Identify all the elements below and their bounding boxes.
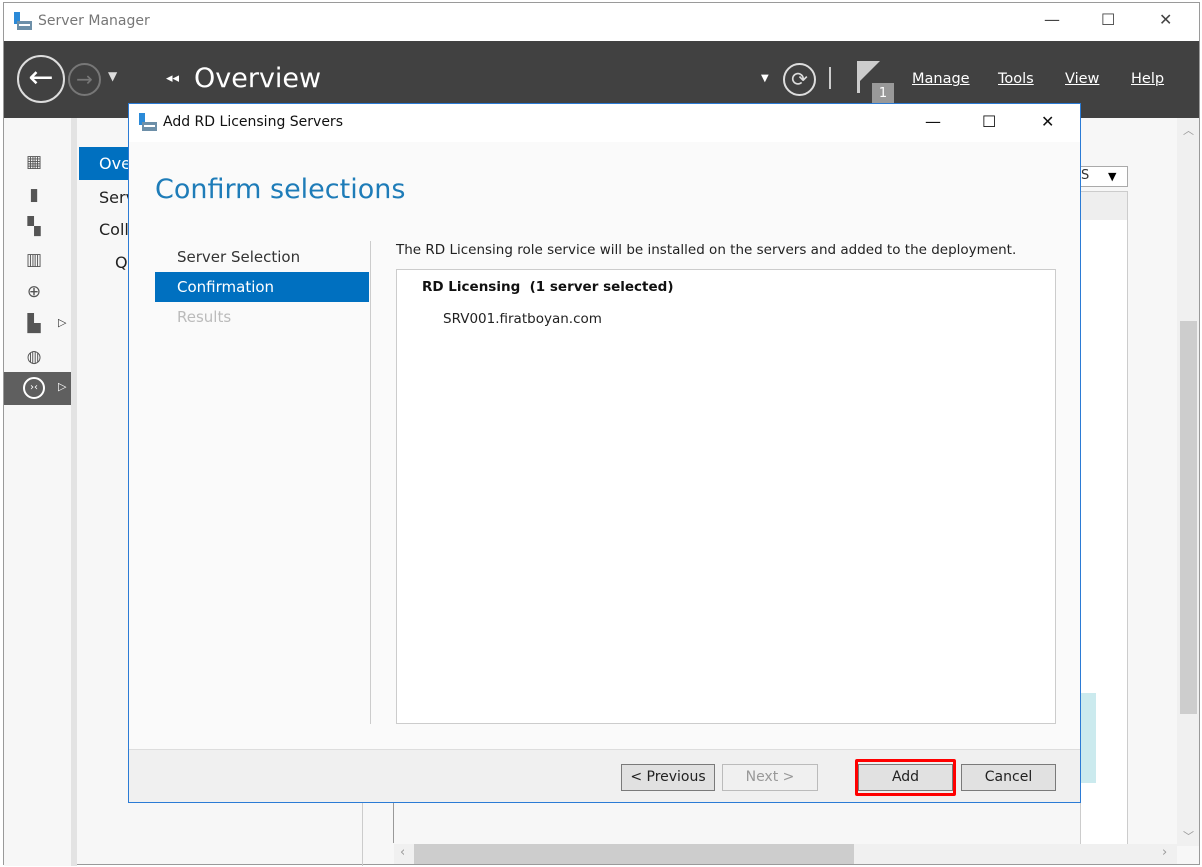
horizontal-scrollbar[interactable]: ‹ › bbox=[394, 844, 1177, 864]
maximize-button[interactable]: ☐ bbox=[1101, 10, 1115, 29]
nav-item-collection-child[interactable]: Q bbox=[115, 253, 128, 272]
step-results: Results bbox=[177, 308, 232, 326]
dropdown-icon[interactable]: ▼ bbox=[761, 73, 769, 84]
dialog-title-bar: Add RD Licensing Servers — ☐ ✕ bbox=[129, 104, 1080, 142]
tasks-dropdown[interactable]: S ▼ bbox=[1080, 166, 1128, 187]
step-server-selection[interactable]: Server Selection bbox=[155, 242, 369, 272]
pane-separator[interactable] bbox=[71, 118, 77, 866]
add-rd-licensing-dialog: Add RD Licensing Servers — ☐ ✕ Confirm s… bbox=[128, 103, 1081, 803]
remote-desktop-icon: ›‹ bbox=[23, 377, 45, 399]
file-services-icon[interactable]: ▥ bbox=[24, 250, 44, 270]
dashboard-icon[interactable]: ▦ bbox=[24, 152, 44, 172]
scroll-up-icon[interactable]: ︿ bbox=[1183, 122, 1194, 138]
expand-icon[interactable]: ▷ bbox=[58, 380, 66, 393]
forward-button[interactable]: → bbox=[68, 63, 101, 96]
next-button: Next > bbox=[722, 764, 818, 791]
tile bbox=[1080, 693, 1096, 783]
divider bbox=[370, 241, 371, 724]
scroll-left-icon[interactable]: ‹ bbox=[400, 845, 405, 860]
nav-item-collections[interactable]: Coll bbox=[99, 220, 129, 239]
page-title: Overview bbox=[194, 63, 322, 94]
menu-help[interactable]: Help bbox=[1131, 71, 1164, 87]
minimize-button[interactable]: — bbox=[1044, 10, 1060, 29]
local-server-icon[interactable]: ▮ bbox=[24, 185, 44, 205]
close-button[interactable]: ✕ bbox=[1159, 10, 1172, 29]
dialog-title: Add RD Licensing Servers bbox=[163, 114, 343, 130]
previous-button[interactable]: < Previous bbox=[621, 764, 715, 791]
add-button[interactable]: Add bbox=[858, 764, 953, 791]
menu-manage[interactable]: Manage bbox=[912, 71, 970, 87]
scrollbar-thumb[interactable] bbox=[414, 844, 854, 864]
dialog-close-button[interactable]: ✕ bbox=[1041, 112, 1054, 131]
server-item: SRV001.firatboyan.com bbox=[443, 311, 602, 327]
back-button[interactable]: ← bbox=[17, 55, 65, 103]
dialog-footer: < Previous Next > Add Cancel bbox=[129, 749, 1080, 802]
folder-services-icon[interactable]: ▙ bbox=[24, 314, 44, 334]
server-manager-icon bbox=[139, 113, 157, 131]
expand-icon[interactable]: ▷ bbox=[58, 316, 66, 329]
scrollbar-thumb[interactable] bbox=[1180, 321, 1197, 714]
selection-list: RD Licensing (1 server selected) SRV001.… bbox=[396, 269, 1056, 724]
collapse-icon[interactable]: ◂◂ bbox=[166, 71, 179, 86]
separator bbox=[829, 67, 831, 89]
menu-view[interactable]: View bbox=[1065, 71, 1099, 87]
chevron-down-icon: ▼ bbox=[1108, 170, 1117, 183]
icon-sidebar: ▦ ▮ ▚ ▥ ⊕ ▙ ▷ ◍ ›‹ ▷ bbox=[4, 118, 71, 866]
notification-badge: 1 bbox=[872, 83, 894, 105]
history-dropdown-icon[interactable]: ▼ bbox=[108, 69, 117, 83]
refresh-icon[interactable]: ⟳ bbox=[783, 63, 816, 96]
web-server-icon[interactable]: ◍ bbox=[24, 347, 44, 367]
description-text: The RD Licensing role service will be in… bbox=[396, 242, 1017, 258]
scroll-right-icon[interactable]: › bbox=[1162, 845, 1167, 860]
server-manager-icon bbox=[14, 12, 32, 30]
title-bar: Server Manager — ☐ ✕ bbox=[4, 3, 1199, 41]
app-title: Server Manager bbox=[38, 13, 150, 29]
dialog-maximize-button[interactable]: ☐ bbox=[982, 112, 996, 131]
all-servers-icon[interactable]: ▚ bbox=[24, 217, 44, 237]
step-confirmation[interactable]: Confirmation bbox=[155, 272, 369, 302]
dialog-heading: Confirm selections bbox=[155, 174, 406, 205]
cancel-button[interactable]: Cancel bbox=[961, 764, 1056, 791]
dialog-minimize-button[interactable]: — bbox=[925, 112, 941, 131]
vertical-scrollbar[interactable]: ︿ ﹀ bbox=[1177, 118, 1199, 846]
scroll-down-icon[interactable]: ﹀ bbox=[1183, 828, 1194, 844]
menu-tools[interactable]: Tools bbox=[998, 71, 1034, 87]
group-title: RD Licensing (1 server selected) bbox=[422, 279, 674, 295]
remote-desktop-services-item[interactable]: ›‹ ▷ bbox=[4, 372, 71, 405]
iis-icon[interactable]: ⊕ bbox=[24, 282, 44, 302]
